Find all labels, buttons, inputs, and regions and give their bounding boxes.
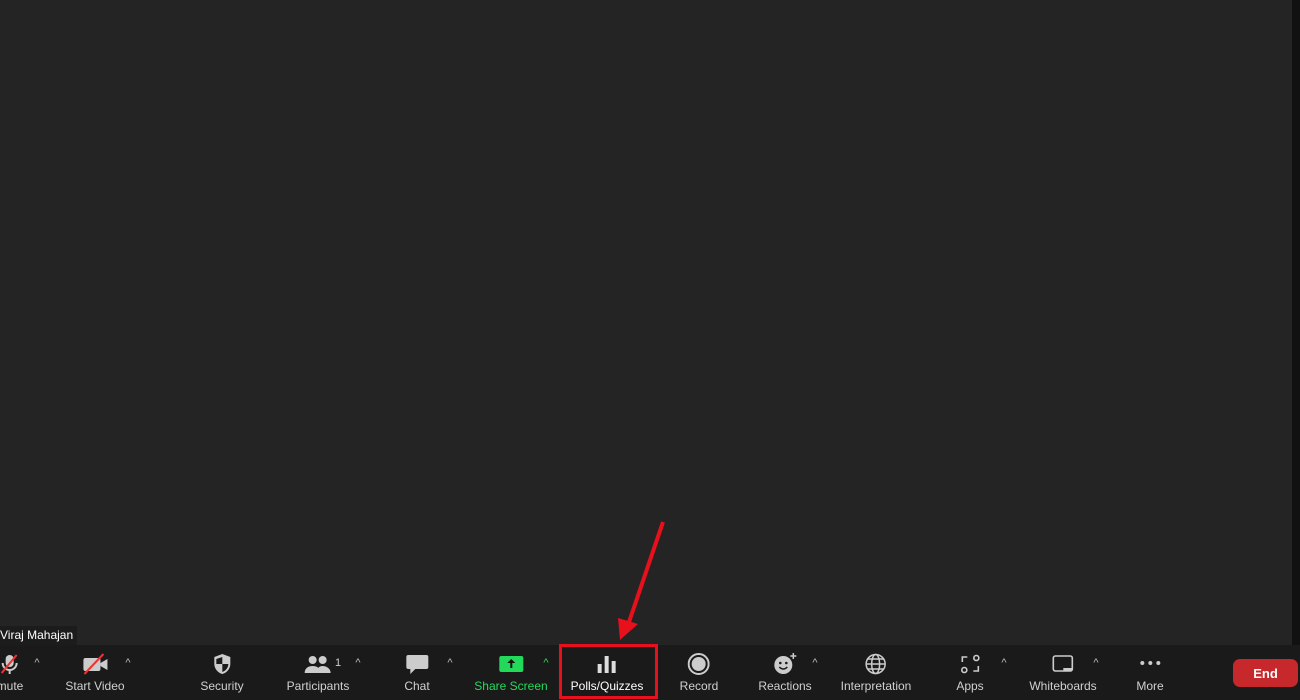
annotation-arrow	[618, 521, 665, 640]
